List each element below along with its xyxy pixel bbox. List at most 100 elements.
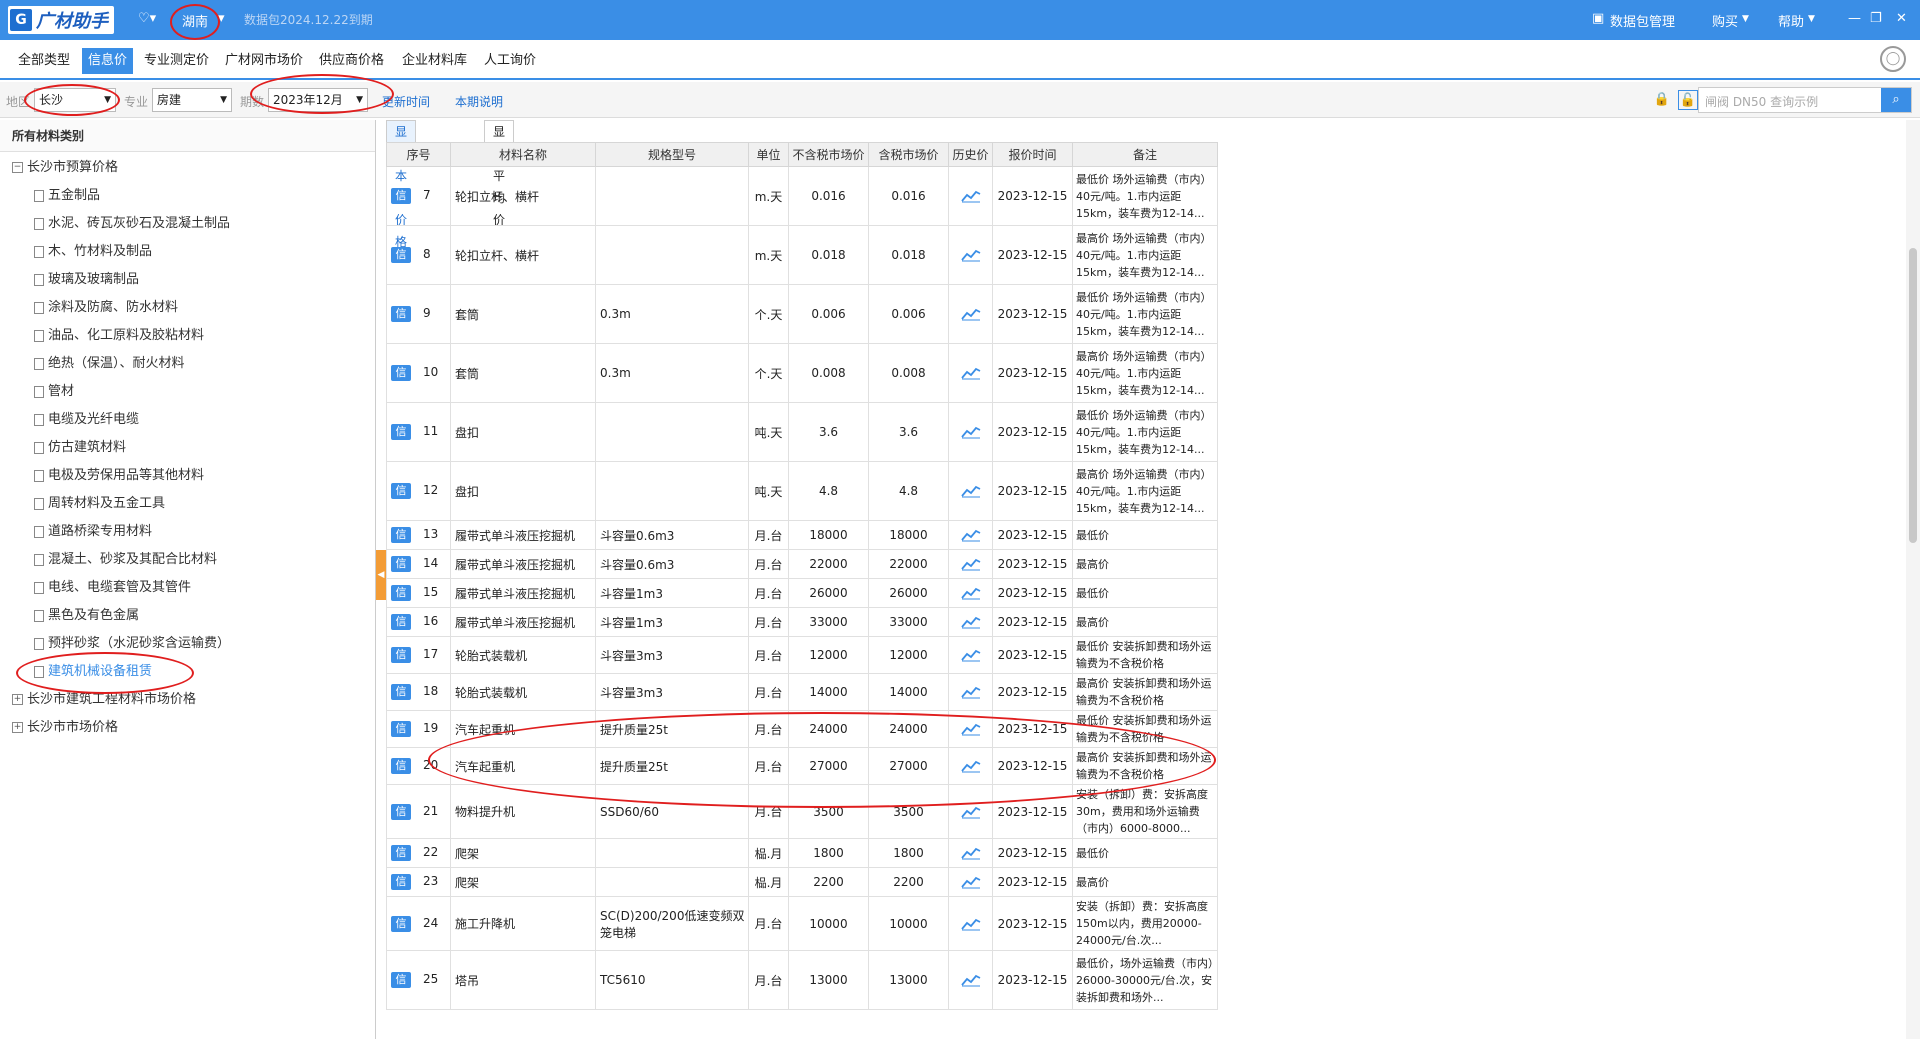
history-price-cell[interactable]: [948, 578, 993, 608]
table-row[interactable]: 信 22 爬架 榀.月 1800 1800 2023-12-15 最低价: [386, 838, 1218, 868]
tab-market-price[interactable]: 广材网市场价: [219, 48, 309, 74]
history-price-cell[interactable]: [948, 461, 993, 521]
chevron-down-icon[interactable]: ▾: [218, 11, 225, 26]
sidebar-item-17[interactable]: 建筑机械设备租赁: [0, 658, 375, 686]
sidebar-item-2[interactable]: 木、竹材料及制品: [0, 238, 375, 266]
scrollbar-thumb[interactable]: [1909, 248, 1917, 543]
history-price-cell[interactable]: [948, 896, 993, 951]
table-row[interactable]: 信 21 物料提升机 SSD60/60 月.台 3500 3500 2023-12-15 安装（…: [386, 784, 1218, 839]
column-header[interactable]: 单位: [748, 142, 789, 167]
trend-chart-icon[interactable]: [960, 973, 981, 987]
tree-root-budget[interactable]: − 长沙市预算价格: [0, 154, 375, 182]
search-icon[interactable]: ⌕: [1881, 88, 1911, 112]
restore-icon[interactable]: ❐: [1870, 11, 1882, 26]
history-price-cell[interactable]: [948, 225, 993, 285]
table-row[interactable]: 信 16 履带式单斗液压挖掘机 斗容量1m3 月.台 33000 33000 2023-12-…: [386, 607, 1218, 637]
history-price-cell[interactable]: [948, 607, 993, 637]
sidebar-collapse-handle[interactable]: ◀: [376, 550, 386, 600]
trend-chart-icon[interactable]: [960, 586, 981, 600]
table-row[interactable]: 信 12 盘扣 吨.天 4.8 4.8 2023-12-15 最高价 场外运输费（市内）40元…: [386, 461, 1218, 521]
table-row[interactable]: 信 8 轮扣立杆、横杆 m.天 0.018 0.018 2023-12-15 最高价 场外运输…: [386, 225, 1218, 285]
sidebar-item-3[interactable]: 玻璃及玻璃制品: [0, 266, 375, 294]
table-row[interactable]: 信 24 施工升降机 SC(D)200/200低速变频双笼电梯 月.台 10000 1000…: [386, 896, 1218, 951]
table-row[interactable]: 信 20 汽车起重机 提升质量25t 月.台 27000 27000 2023-12-15 最高…: [386, 747, 1218, 785]
buy-menu[interactable]: 购买: [1712, 11, 1738, 30]
sidebar-item-15[interactable]: 黑色及有色金属: [0, 602, 375, 630]
tab-info-price[interactable]: 信息价: [82, 48, 134, 74]
sidebar-item-5[interactable]: 油品、化工原料及胶粘材料: [0, 322, 375, 350]
column-header[interactable]: 序号: [386, 142, 451, 167]
sidebar-item-12[interactable]: 道路桥梁专用材料: [0, 518, 375, 546]
column-header[interactable]: 报价时间: [992, 142, 1073, 167]
province-selector[interactable]: 湖南: [182, 11, 208, 30]
table-row[interactable]: 信 18 轮胎式装载机 斗容量3m3 月.台 14000 14000 2023-12-15 最高…: [386, 673, 1218, 711]
region-select[interactable]: 长沙 ▼: [34, 88, 116, 112]
trend-chart-icon[interactable]: [960, 425, 981, 439]
period-select[interactable]: 2023年12月 ▼: [268, 88, 368, 112]
table-row[interactable]: 信 11 盘扣 吨.天 3.6 3.6 2023-12-15 最低价 场外运输费（市内）40元…: [386, 402, 1218, 462]
history-price-cell[interactable]: [948, 402, 993, 462]
sidebar-item-1[interactable]: 水泥、砖瓦灰砂石及混凝土制品: [0, 210, 375, 238]
sidebar-item-6[interactable]: 绝热（保温）、耐火材料: [0, 350, 375, 378]
sidebar-item-9[interactable]: 仿古建筑材料: [0, 434, 375, 462]
trend-chart-icon[interactable]: [960, 805, 981, 819]
trend-chart-icon[interactable]: [960, 648, 981, 662]
tab-current-price[interactable]: 显示本期价格: [386, 120, 417, 249]
sidebar-item-16[interactable]: 预拌砂浆（水泥砂浆含运输费）: [0, 630, 375, 658]
trend-chart-icon[interactable]: [960, 685, 981, 699]
table-row[interactable]: 信 9 套筒 0.3m 个.天 0.006 0.006 2023-12-15 最低价 场外运输费…: [386, 284, 1218, 344]
trend-chart-icon[interactable]: [960, 917, 981, 931]
history-price-cell[interactable]: [948, 747, 993, 785]
trend-chart-icon[interactable]: [960, 722, 981, 736]
trend-chart-icon[interactable]: [960, 189, 981, 203]
data-package-management[interactable]: 数据包管理: [1610, 11, 1675, 30]
sidebar-item-7[interactable]: 管材: [0, 378, 375, 406]
trend-chart-icon[interactable]: [960, 615, 981, 629]
table-row[interactable]: 信 25 塔吊 TC5610 月.台 13000 13000 2023-12-15 最低价，场外…: [386, 950, 1218, 1010]
history-price-cell[interactable]: [948, 710, 993, 748]
tab-supplier-price[interactable]: 供应商价格: [313, 48, 390, 74]
minimize-icon[interactable]: —: [1848, 11, 1861, 26]
table-row[interactable]: 信 14 履带式单斗液压挖掘机 斗容量0.6m3 月.台 22000 22000 2023-1…: [386, 549, 1218, 579]
trend-chart-icon[interactable]: [960, 307, 981, 321]
table-row[interactable]: 信 23 爬架 榀.月 2200 2200 2023-12-15 最高价: [386, 867, 1218, 897]
unlock-icon[interactable]: 🔓: [1678, 90, 1698, 110]
sidebar-item-14[interactable]: 电线、电缆套管及其管件: [0, 574, 375, 602]
period-note-link[interactable]: 本期说明: [455, 93, 503, 110]
history-price-cell[interactable]: [948, 673, 993, 711]
major-select[interactable]: 房建 ▼: [152, 88, 232, 112]
tab-manual-inquiry[interactable]: 人工询价: [478, 48, 542, 74]
expand-icon[interactable]: +: [12, 722, 23, 733]
search-box[interactable]: 闸阀 DN50 查询示例 ⌕: [1698, 87, 1912, 113]
column-header[interactable]: 历史价: [948, 142, 993, 167]
trend-chart-icon[interactable]: [960, 366, 981, 380]
update-time-link[interactable]: 更新时间: [382, 93, 430, 110]
table-row[interactable]: 信 17 轮胎式装载机 斗容量3m3 月.台 12000 12000 2023-12-15 最低…: [386, 636, 1218, 674]
tab-professional-price[interactable]: 专业测定价: [138, 48, 215, 74]
help-menu[interactable]: 帮助: [1778, 11, 1804, 30]
column-header[interactable]: 不含税市场价: [788, 142, 869, 167]
user-avatar-icon[interactable]: ◯: [1880, 46, 1906, 72]
trend-chart-icon[interactable]: [960, 528, 981, 542]
history-price-cell[interactable]: [948, 784, 993, 839]
history-price-cell[interactable]: [948, 520, 993, 550]
tree-root-city-market[interactable]: + 长沙市市场价格: [0, 714, 375, 742]
history-price-cell[interactable]: [948, 549, 993, 579]
collapse-icon[interactable]: −: [12, 162, 23, 173]
history-price-cell[interactable]: [948, 166, 993, 226]
trend-chart-icon[interactable]: [960, 759, 981, 773]
trend-chart-icon[interactable]: [960, 484, 981, 498]
sidebar-item-8[interactable]: 电缆及光纤电缆: [0, 406, 375, 434]
sidebar-item-4[interactable]: 涂料及防腐、防水材料: [0, 294, 375, 322]
lock-icon[interactable]: 🔒: [1652, 90, 1672, 110]
trend-chart-icon[interactable]: [960, 846, 981, 860]
trend-chart-icon[interactable]: [960, 875, 981, 889]
history-price-cell[interactable]: [948, 838, 993, 868]
sidebar-item-10[interactable]: 电极及劳保用品等其他材料: [0, 462, 375, 490]
history-price-cell[interactable]: [948, 636, 993, 674]
history-price-cell[interactable]: [948, 867, 993, 897]
column-header[interactable]: 规格型号: [595, 142, 749, 167]
expand-icon[interactable]: +: [12, 694, 23, 705]
trend-chart-icon[interactable]: [960, 248, 981, 262]
history-price-cell[interactable]: [948, 343, 993, 403]
